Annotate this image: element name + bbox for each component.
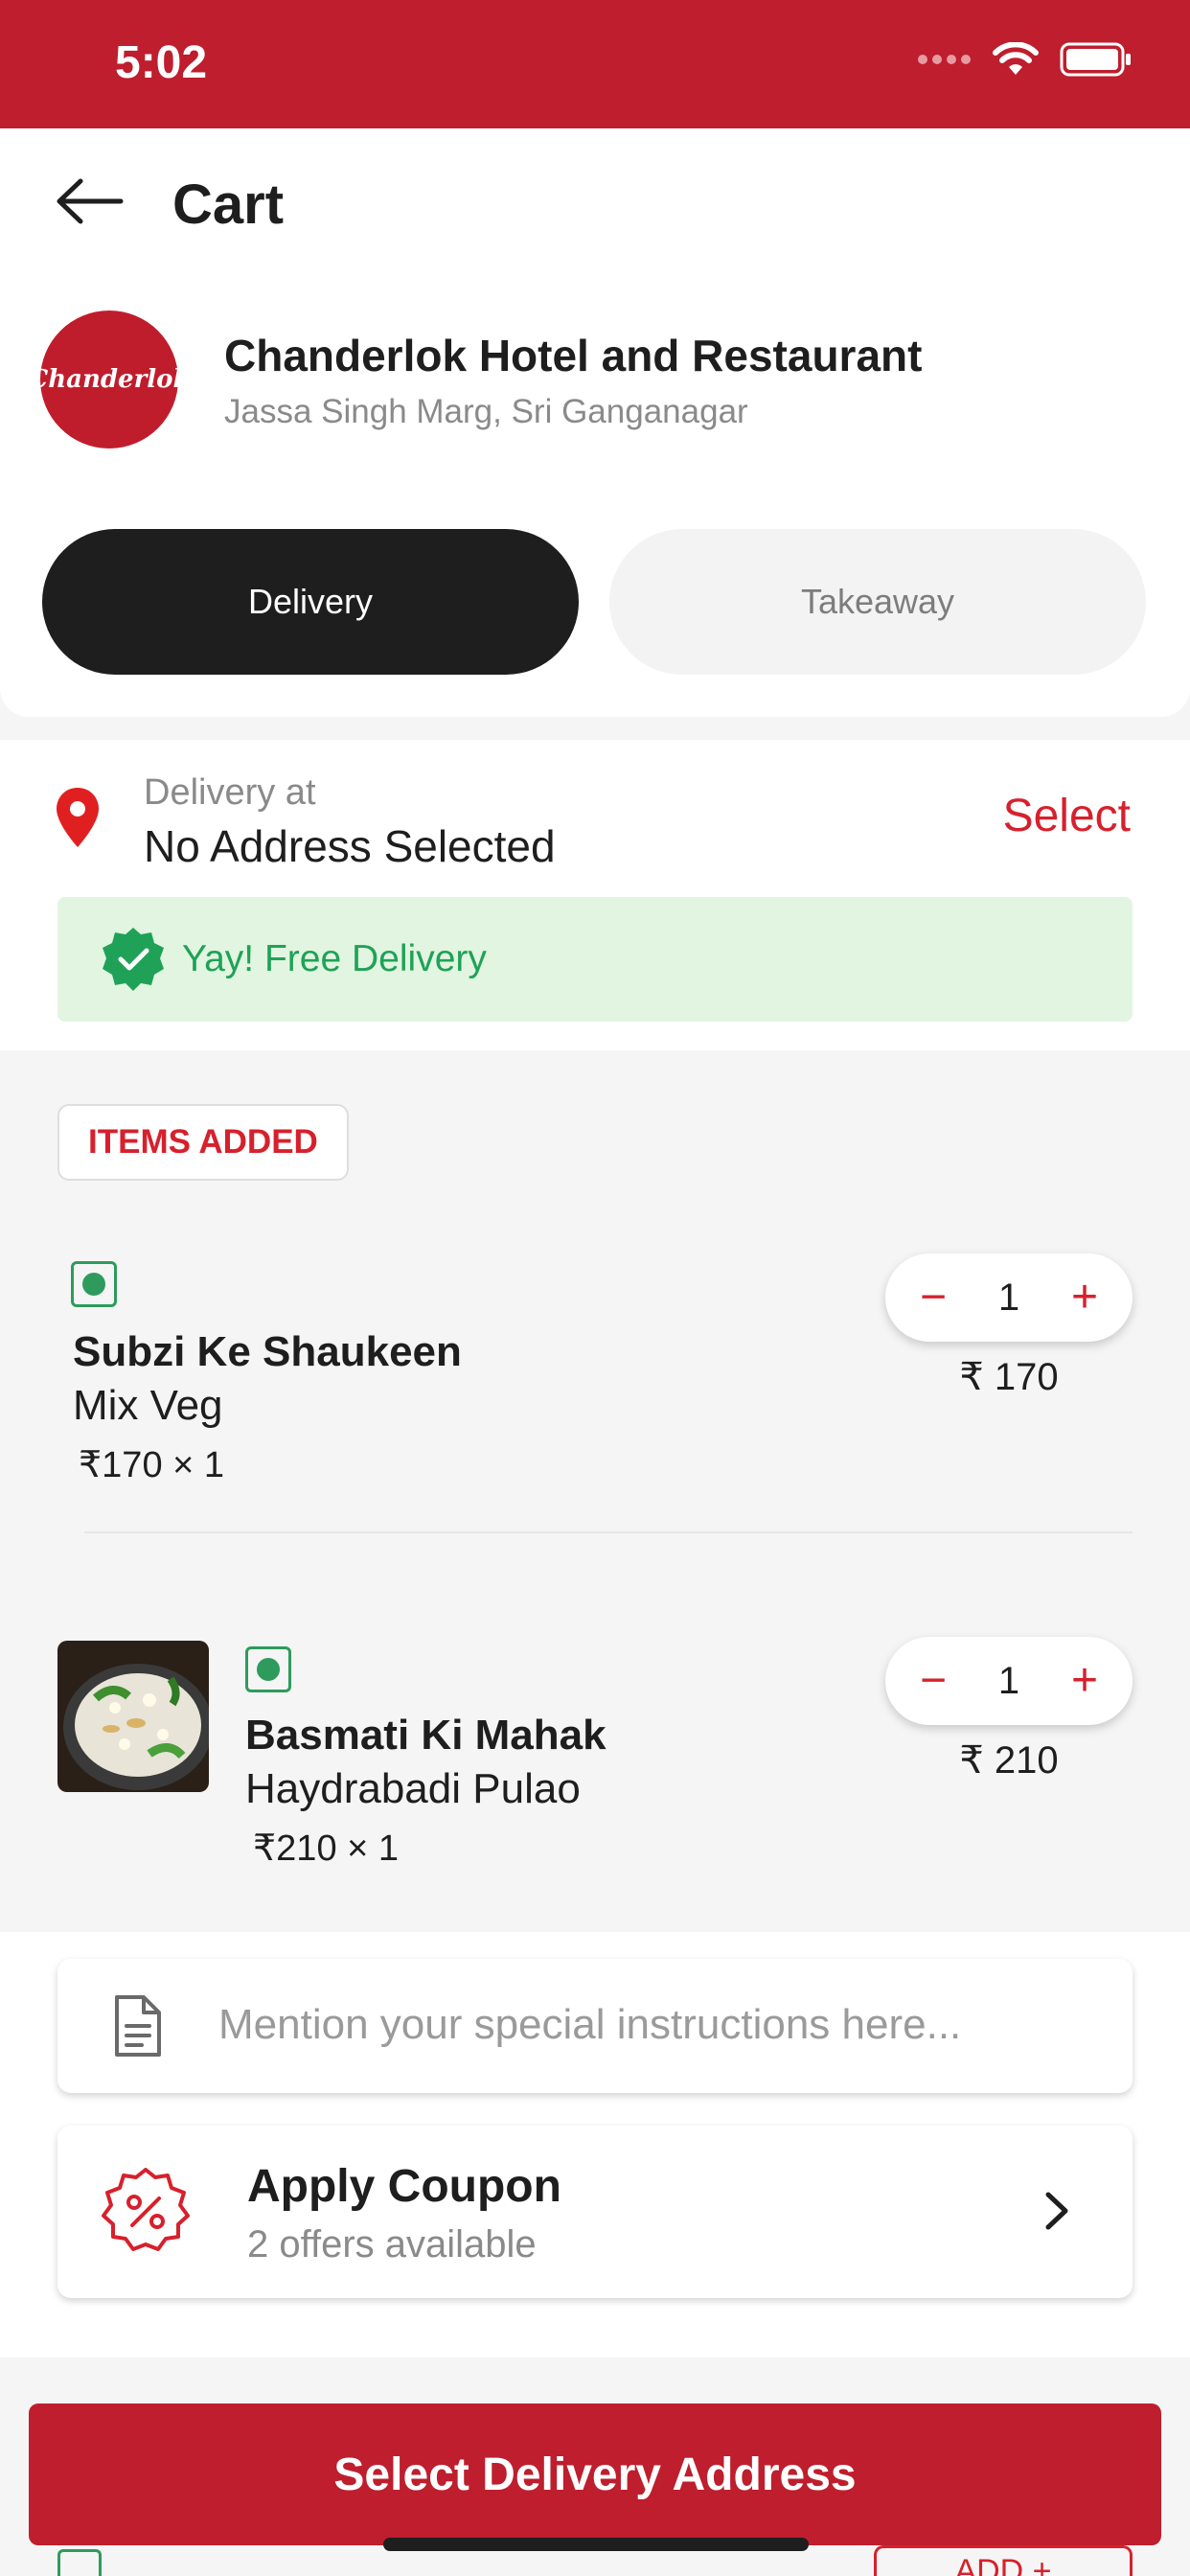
page-title: Cart <box>172 173 285 236</box>
item-category: Subzi Ke Shaukeen <box>73 1328 462 1375</box>
items-added-label: ITEMS ADDED <box>57 1104 349 1181</box>
veg-indicator-icon <box>71 1261 117 1307</box>
signal-icon <box>918 55 971 64</box>
apply-coupon-title: Apply Coupon <box>247 2161 561 2212</box>
offers-available-text: 2 offers available <box>247 2223 537 2266</box>
items-section: ITEMS ADDED Subzi Ke Shaukeen Mix Veg ₹1… <box>0 1050 1190 1932</box>
item-name: Mix Veg <box>73 1382 223 1429</box>
verified-badge-icon <box>103 928 164 991</box>
item-unit-price: ₹170 × 1 <box>79 1445 225 1485</box>
delivery-address-value: No Address Selected <box>144 821 556 871</box>
back-button[interactable] <box>54 167 130 236</box>
item-unit-price: ₹210 × 1 <box>253 1828 400 1869</box>
veg-indicator-icon <box>57 2549 102 2576</box>
add-button[interactable]: ADD + <box>874 2545 1133 2576</box>
special-instructions-field[interactable]: Mention your special instructions here..… <box>57 1959 1133 2093</box>
wifi-icon <box>993 42 1039 75</box>
chevron-right-icon <box>1045 2192 1068 2230</box>
free-delivery-text: Yay! Free Delivery <box>182 938 487 979</box>
item-category: Basmati Ki Mahak <box>245 1712 606 1759</box>
decrease-quantity-button[interactable]: − <box>914 1658 952 1704</box>
status-bar: 5:02 <box>0 0 1190 128</box>
restaurant-logo: Chanderlok <box>29 310 191 448</box>
instructions-placeholder: Mention your special instructions here..… <box>218 2001 962 2048</box>
extras-section: Mention your special instructions here..… <box>0 1932 1190 2358</box>
quantity-stepper[interactable]: − 1 + <box>885 1637 1133 1725</box>
restaurant-logo-text: Chanderlok <box>28 365 191 394</box>
home-indicator <box>383 2538 809 2551</box>
restaurant-card: Chanderlok Chanderlok Hotel and Restaura… <box>0 274 1190 717</box>
location-pin-icon <box>57 788 99 847</box>
item-name: Haydrabadi Pulao <box>245 1765 581 1812</box>
quantity-stepper[interactable]: − 1 + <box>885 1254 1133 1342</box>
discount-icon <box>102 2168 190 2251</box>
veg-indicator-icon <box>245 1646 291 1692</box>
free-delivery-banner: Yay! Free Delivery <box>57 897 1133 1022</box>
document-icon <box>115 1995 161 2057</box>
apply-coupon-card[interactable]: Apply Coupon 2 offers available <box>57 2126 1133 2298</box>
decrease-quantity-button[interactable]: − <box>914 1275 952 1321</box>
select-address-link[interactable]: Select <box>1003 790 1131 842</box>
status-time: 5:02 <box>115 37 208 88</box>
item-total-price: ₹ 210 <box>959 1739 1059 1782</box>
back-arrow-icon <box>57 178 124 224</box>
top-bar: Cart <box>0 128 1190 274</box>
quantity-value: 1 <box>997 1659 1020 1702</box>
status-icons <box>916 42 1133 77</box>
select-delivery-address-button[interactable]: Select Delivery Address <box>29 2404 1161 2545</box>
increase-quantity-button[interactable]: + <box>1065 1658 1104 1704</box>
item-divider <box>84 1531 1133 1533</box>
battery-icon <box>1060 42 1131 77</box>
quantity-value: 1 <box>997 1276 1020 1319</box>
food-image <box>57 1641 209 1792</box>
delivery-at-label: Delivery at <box>144 772 316 813</box>
takeaway-toggle[interactable]: Takeaway <box>609 529 1146 675</box>
item-total-price: ₹ 170 <box>959 1356 1059 1398</box>
increase-quantity-button[interactable]: + <box>1065 1275 1104 1321</box>
delivery-address-section: Delivery at No Address Selected Select Y… <box>0 740 1190 1050</box>
restaurant-address: Jassa Singh Marg, Sri Ganganagar <box>224 393 748 430</box>
delivery-toggle[interactable]: Delivery <box>42 529 579 675</box>
restaurant-name: Chanderlok Hotel and Restaurant <box>224 331 923 380</box>
